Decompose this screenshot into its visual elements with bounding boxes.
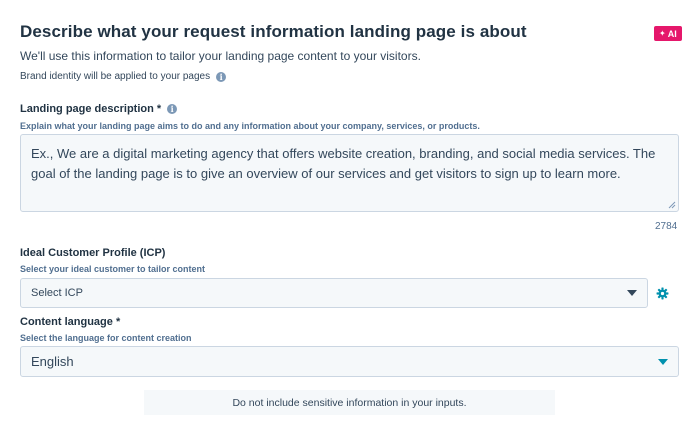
icp-label: Ideal Customer Profile (ICP) [20,247,165,259]
description-textarea[interactable]: Ex., We are a digital marketing agency t… [20,134,679,212]
language-label: Content language * [20,316,120,328]
info-icon[interactable]: i [167,104,178,114]
brand-note-text: Brand identity will be applied to your p… [20,71,211,82]
sensitive-info-notice: Do not include sensitive information in … [144,390,555,415]
gear-icon[interactable] [656,287,669,300]
language-label-text: Content language * [20,316,121,328]
description-label-text: Landing page description * [20,103,162,115]
page-subtitle: We'll use this information to tailor you… [20,49,421,63]
icp-label-text: Ideal Customer Profile (ICP) [20,247,166,259]
resize-handle-icon[interactable] [668,201,676,209]
language-select[interactable]: English [20,346,679,377]
ai-badge: ✦ AI [654,26,682,41]
info-icon[interactable]: i [216,71,227,82]
sparkle-icon: ✦ [659,29,666,38]
icp-select[interactable]: Select ICP [20,278,648,308]
page-title: Describe what your request information l… [20,22,527,41]
ai-badge-label: AI [667,28,677,39]
brand-identity-note: Brand identity will be applied to your p… [20,71,227,82]
icp-help: Select your ideal customer to tailor con… [20,264,206,274]
icp-select-value: Select ICP [31,287,83,299]
description-help: Explain what your landing page aims to d… [20,121,480,131]
description-label: Landing page description * i [20,103,178,115]
chevron-down-icon [658,358,668,365]
character-counter: 2784 [655,221,678,232]
language-select-value: English [31,354,74,369]
language-help: Select the language for content creation [20,333,192,343]
chevron-down-icon [627,290,637,296]
description-text: Ex., We are a digital marketing agency t… [31,146,656,181]
